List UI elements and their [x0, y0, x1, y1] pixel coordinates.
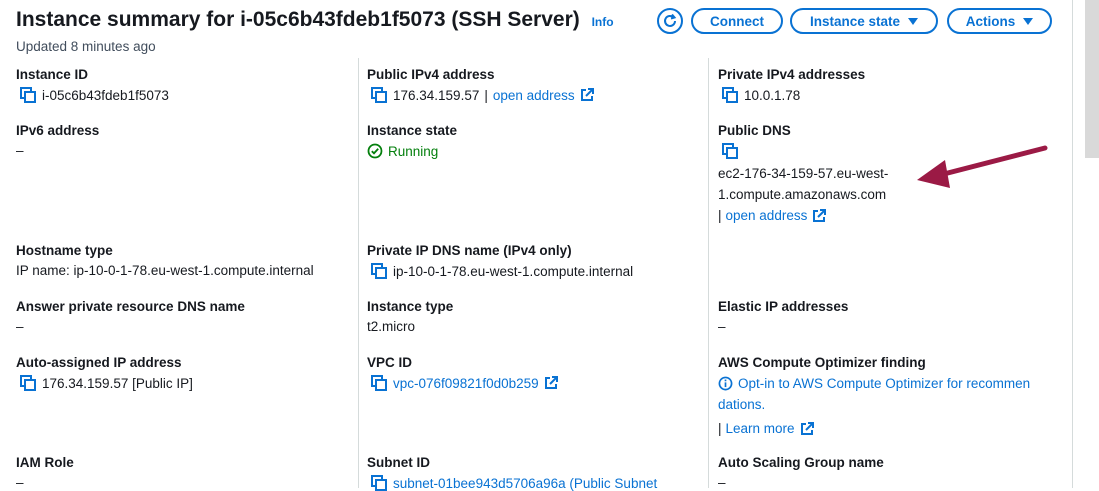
separator: |	[718, 421, 722, 436]
instance-state-button[interactable]: Instance state	[790, 8, 938, 34]
public-dns-value: ec2-176-34-159-57.eu-west- 1.compute.ama…	[718, 163, 888, 226]
public-dns-open: | open address	[718, 205, 888, 226]
info-circle-icon	[718, 376, 733, 391]
answer-private-dns-value: –	[16, 319, 24, 334]
subnet-id-value: subnet-01bee943d5706a96a (Public Subnet	[371, 475, 657, 491]
external-link-icon	[800, 421, 814, 435]
copy-icon[interactable]	[20, 87, 36, 103]
iam-role-label: IAM Role	[16, 455, 74, 470]
private-ip-dns-text: ip-10-0-1-78.eu-west-1.compute.internal	[393, 263, 634, 279]
external-link-icon	[580, 88, 594, 101]
compute-optimizer-label: AWS Compute Optimizer finding	[718, 355, 926, 370]
auto-assigned-ip-value: 176.34.159.57 [Public IP]	[20, 375, 193, 391]
public-dns-line2: 1.compute.amazonaws.com	[718, 187, 887, 202]
actions-label: Actions	[965, 13, 1016, 29]
learn-more-link[interactable]: Learn more	[726, 418, 795, 439]
external-link-icon	[544, 376, 558, 389]
hostname-type-value: IP name: ip-10-0-1-78.eu-west-1.compute.…	[16, 263, 314, 278]
refresh-icon	[664, 13, 677, 27]
column-divider	[708, 58, 709, 488]
learn-more-row: | Learn more	[718, 418, 1030, 439]
copy-icon[interactable]	[371, 375, 387, 391]
instance-type-value: t2.micro	[367, 319, 416, 334]
refresh-button[interactable]	[657, 8, 683, 34]
private-ip-dns-value: ip-10-0-1-78.eu-west-1.compute.internal	[371, 263, 633, 279]
instance-type-label: Instance type	[367, 299, 454, 314]
actions-button[interactable]: Actions	[947, 8, 1052, 34]
instance-id-value: i-05c6b43fdeb1f5073	[20, 87, 169, 103]
open-address-link[interactable]: open address	[726, 205, 808, 226]
separator: |	[484, 87, 488, 103]
check-circle-icon	[367, 143, 383, 159]
copy-icon[interactable]	[20, 375, 36, 391]
elastic-ip-value: –	[718, 319, 726, 334]
compute-optimizer-value: Opt-in to AWS Compute Optimizer for reco…	[718, 373, 1030, 439]
caret-down-icon	[1023, 17, 1034, 25]
instance-state-text: Running	[388, 143, 439, 159]
instance-id-label: Instance ID	[16, 67, 89, 82]
copy-icon[interactable]	[371, 263, 387, 279]
connect-button[interactable]: Connect	[691, 8, 783, 34]
private-ipv4-value: 10.0.1.78	[722, 87, 800, 103]
public-dns-label: Public DNS	[718, 123, 791, 138]
external-link-icon	[813, 208, 827, 222]
page-title-text: Instance summary for i-05c6b43fdeb1f5073…	[16, 8, 580, 31]
compute-optimizer-optin: Opt-in to AWS Compute Optimizer for reco…	[718, 373, 1030, 394]
updated-time: Updated 8 minutes ago	[16, 39, 156, 54]
copy-icon[interactable]	[371, 475, 387, 491]
separator: |	[718, 208, 722, 223]
subnet-id-label: Subnet ID	[367, 455, 430, 470]
instance-id-text: i-05c6b43fdeb1f5073	[42, 87, 169, 103]
copy-icon[interactable]	[371, 87, 387, 103]
copy-icon[interactable]	[722, 87, 738, 103]
auto-assigned-ip-label: Auto-assigned IP address	[16, 355, 182, 370]
public-ipv4-value: 176.34.159.57 | open address	[371, 87, 594, 103]
auto-assigned-ip-text: 176.34.159.57 [Public IP]	[42, 375, 193, 391]
private-ipv4-text: 10.0.1.78	[744, 87, 801, 103]
vpc-id-value: vpc-076f09821f0d0b259	[371, 375, 558, 391]
hostname-type-label: Hostname type	[16, 243, 113, 258]
ipv6-value: –	[16, 143, 24, 158]
info-link[interactable]: Info	[592, 15, 614, 29]
vpc-id-label: VPC ID	[367, 355, 413, 370]
caret-down-icon	[908, 17, 919, 25]
instance-state-label: Instance state	[809, 13, 901, 29]
instance-state-status: Running	[367, 143, 438, 159]
open-address-link[interactable]: open address	[493, 88, 575, 103]
column-divider	[358, 58, 359, 488]
asg-name-label: Auto Scaling Group name	[718, 455, 884, 470]
opt-in-link-cont[interactable]: dations.	[718, 394, 1030, 415]
subnet-id-link[interactable]: subnet-01bee943d5706a96a (Public Subnet	[393, 476, 657, 491]
answer-private-dns-label: Answer private resource DNS name	[16, 299, 245, 314]
vpc-id-link[interactable]: vpc-076f09821f0d0b259	[393, 376, 539, 391]
ipv6-label: IPv6 address	[16, 123, 100, 138]
public-ipv4-label: Public IPv4 address	[367, 67, 495, 82]
page-title: Instance summary for i-05c6b43fdeb1f5073…	[16, 8, 614, 32]
connect-label: Connect	[710, 13, 764, 29]
panel-border	[1072, 0, 1073, 488]
copy-icon[interactable]	[722, 143, 738, 159]
private-ipv4-label: Private IPv4 addresses	[718, 67, 866, 82]
annotation-arrow	[917, 145, 1048, 188]
public-ipv4-text: 176.34.159.57	[393, 87, 480, 103]
scrollbar-thumb[interactable]	[1085, 0, 1099, 158]
instance-state-field-label: Instance state	[367, 123, 458, 138]
opt-in-link[interactable]: Opt-in to AWS Compute Optimizer for reco…	[738, 373, 1030, 394]
elastic-ip-label: Elastic IP addresses	[718, 299, 849, 314]
public-dns-line1: ec2-176-34-159-57.eu-west-	[718, 166, 889, 181]
private-ip-dns-label: Private IP DNS name (IPv4 only)	[367, 243, 572, 258]
